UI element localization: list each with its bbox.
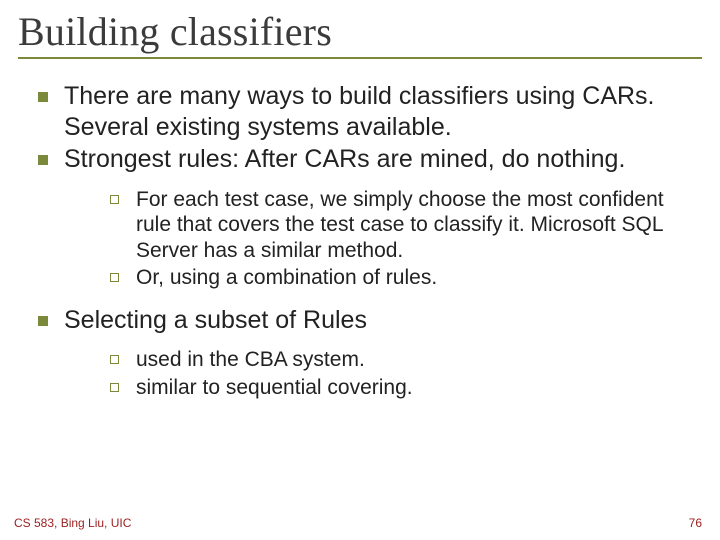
outline-square-bullet-icon [110,273,119,282]
bullet-text: There are many ways to build classifiers… [64,82,655,141]
bullet-text: used in the CBA system. [136,348,365,371]
list-item: Strongest rules: After CARs are mined, d… [24,144,696,291]
title-container: Building classifiers [18,8,702,59]
page-number: 76 [689,516,702,530]
outline-square-bullet-icon [110,383,119,392]
list-item: used in the CBA system. [64,347,696,373]
bullet-list-level2: used in the CBA system. similar to seque… [64,347,696,400]
slide: Building classifiers There are many ways… [0,0,720,540]
bullet-text: For each test case, we simply choose the… [136,188,664,262]
bullet-text: similar to sequential covering. [136,376,413,399]
bullet-text: Or, using a combination of rules. [136,266,437,289]
bullet-text: Selecting a subset of Rules [64,306,367,334]
list-item: similar to sequential covering. [64,375,696,401]
slide-title: Building classifiers [18,8,702,55]
bullet-list-level2: For each test case, we simply choose the… [64,187,696,291]
square-bullet-icon [38,155,48,165]
outline-square-bullet-icon [110,355,119,364]
list-item: For each test case, we simply choose the… [64,187,696,264]
list-item: Selecting a subset of Rules used in the … [24,305,696,401]
slide-content: There are many ways to build classifiers… [18,81,702,401]
list-item: There are many ways to build classifiers… [24,81,696,142]
footer-course-info: CS 583, Bing Liu, UIC [14,516,131,530]
square-bullet-icon [38,316,48,326]
square-bullet-icon [38,92,48,102]
outline-square-bullet-icon [110,195,119,204]
bullet-list-level1: There are many ways to build classifiers… [24,81,696,401]
list-item: Or, using a combination of rules. [64,265,696,291]
bullet-text: Strongest rules: After CARs are mined, d… [64,145,625,173]
